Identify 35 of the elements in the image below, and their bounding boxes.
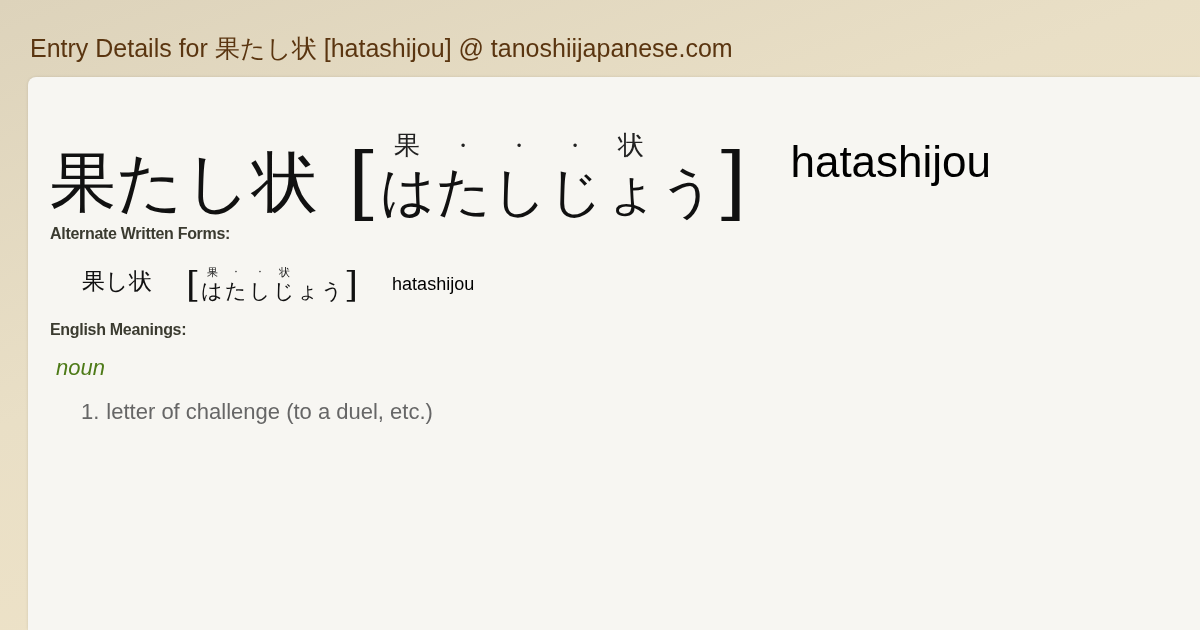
- kana: は: [200, 279, 225, 303]
- kana: う: [320, 279, 345, 303]
- kana: ょ: [296, 279, 321, 303]
- section-heading: Alternate Written Forms:: [50, 225, 232, 243]
- furigana-mark: ·: [459, 131, 468, 162]
- furigana-mark: ·: [234, 266, 238, 280]
- page-title: Entry Details for 果たし状 [hatashijou] @ tanoshiijapanese.com: [29, 33, 733, 64]
- bracket: ]: [344, 267, 359, 303]
- part-of-speech: noun: [56, 355, 106, 381]
- bracket: ]: [715, 143, 747, 223]
- furigana-mark: 状: [618, 131, 645, 162]
- romaji: hatashijou: [392, 274, 475, 295]
- sense-text: letter of challenge (to a duel, etc.): [106, 399, 433, 425]
- kana: は: [379, 161, 436, 221]
- romaji: hatashijou: [790, 137, 992, 187]
- kana: し: [248, 279, 273, 303]
- sense-number: 1.: [81, 399, 100, 425]
- furigana-mark: 果: [206, 266, 218, 280]
- section-heading: English Meanings:: [50, 321, 188, 339]
- furigana-mark: 状: [278, 266, 290, 280]
- furigana-mark: ·: [571, 131, 580, 162]
- furigana-mark: ·: [515, 131, 524, 162]
- written-form: 果たし状: [50, 145, 318, 221]
- kana: じ: [272, 279, 297, 303]
- kana: た: [435, 161, 492, 221]
- bracket: [: [348, 143, 380, 223]
- kana: ょ: [603, 161, 660, 221]
- written-form: 果し状: [82, 267, 152, 296]
- furigana-mark: 果: [394, 131, 421, 162]
- kana: た: [224, 279, 249, 303]
- bracket: [: [186, 267, 201, 303]
- kana: う: [659, 161, 716, 221]
- kana: じ: [547, 161, 604, 221]
- kana: し: [491, 161, 548, 221]
- furigana-mark: ·: [258, 266, 262, 280]
